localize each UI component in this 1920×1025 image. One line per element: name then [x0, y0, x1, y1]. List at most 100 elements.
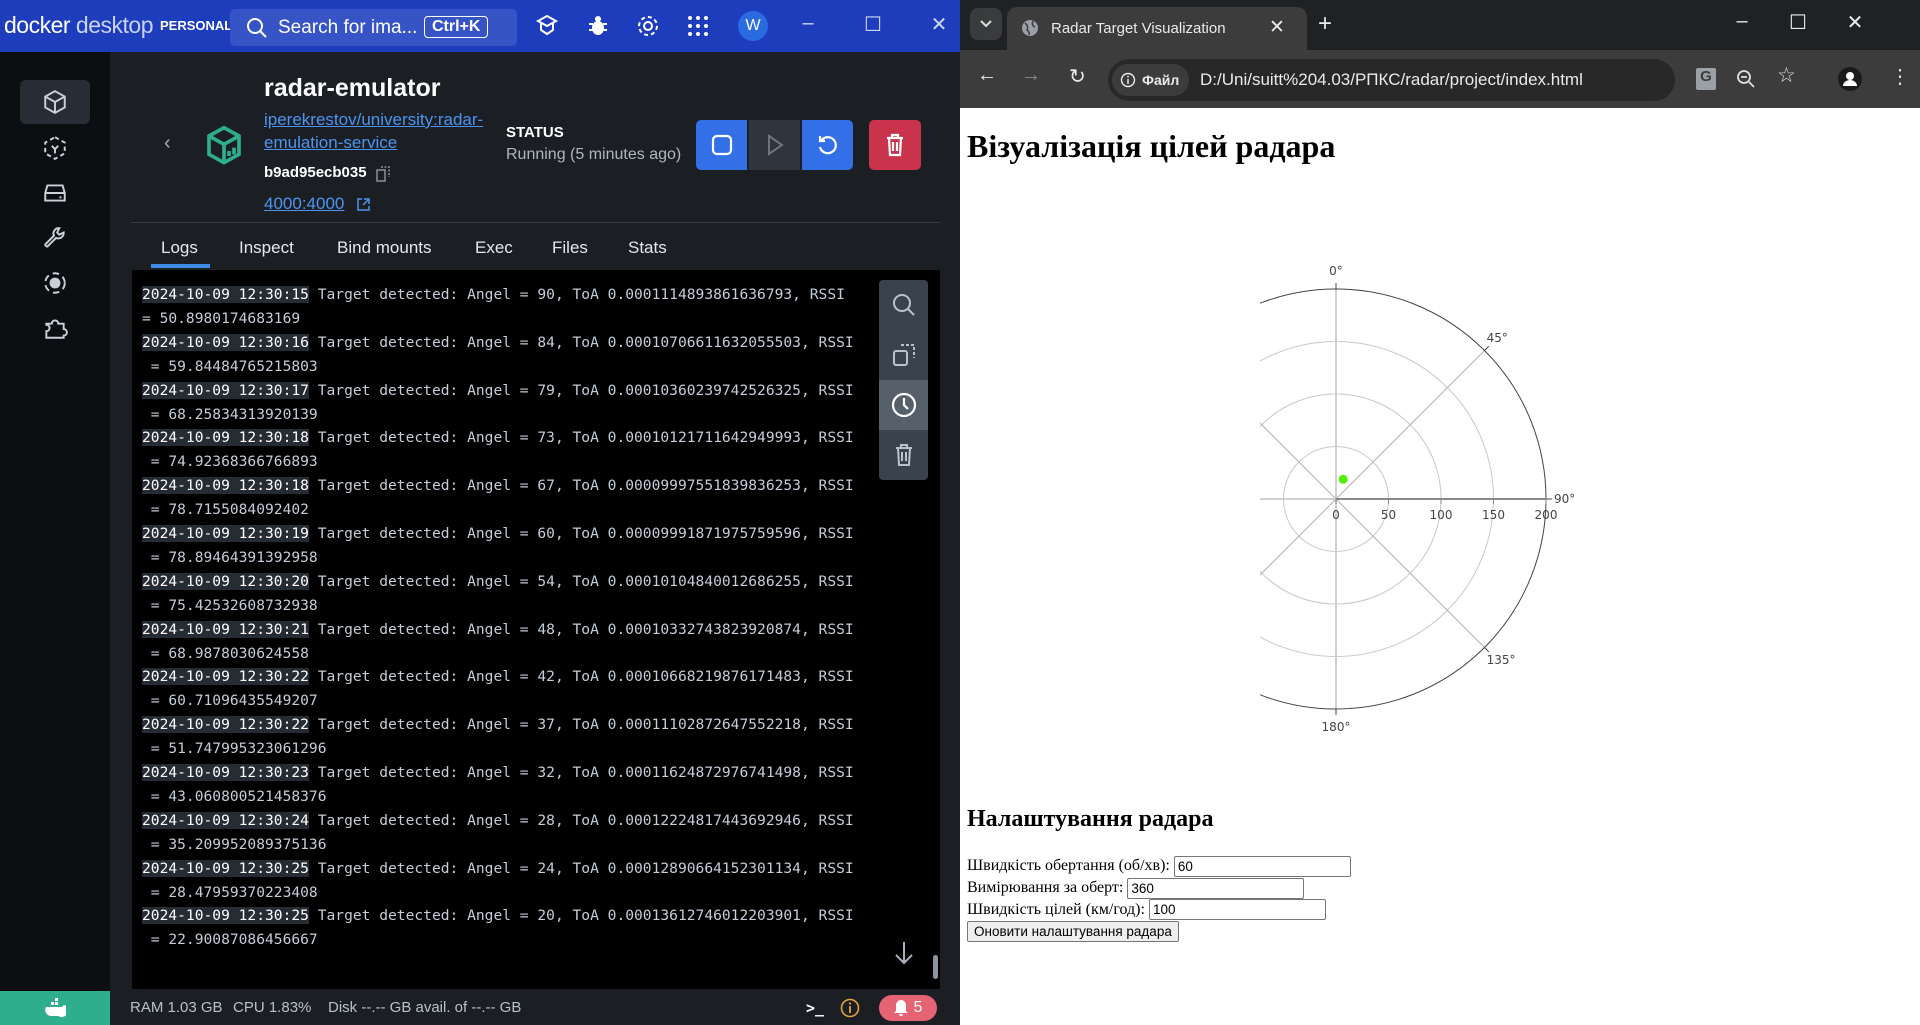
restart-button[interactable]: [802, 120, 853, 170]
log-message: Target detected: Angel = 60, ToA 0.00009…: [308, 525, 854, 542]
reload-icon[interactable]: ↻: [1069, 64, 1086, 89]
log-entry: 2024-10-09 12:30:16 Target detected: Ang…: [142, 331, 854, 379]
tab-title: Radar Target Visualization: [1051, 20, 1226, 37]
tab-files[interactable]: Files: [552, 238, 588, 258]
bug-icon[interactable]: [586, 14, 610, 38]
image-link[interactable]: iperekrestov/university:radar-: [264, 110, 483, 130]
tab-logs[interactable]: Logs: [161, 238, 198, 258]
profile-icon[interactable]: [1838, 67, 1862, 91]
log-message-cont: = 75.42532608732938: [142, 596, 318, 614]
menu-kebab-icon[interactable]: ⋮: [1890, 64, 1910, 89]
start-button[interactable]: [749, 120, 800, 170]
close-tab-icon[interactable]: ✕: [1269, 16, 1285, 39]
log-timestamp: 2024-10-09 12:30:23: [142, 764, 309, 781]
target-speed-input[interactable]: [1148, 899, 1326, 921]
search-button[interactable]: Search for ima... Ctrl+K: [230, 9, 517, 46]
search-icon: [247, 18, 267, 38]
sidebar-item-scout[interactable]: [20, 261, 90, 305]
scout-icon: [44, 272, 66, 294]
terminal-button[interactable]: >_: [806, 999, 824, 1017]
tab-stats[interactable]: Stats: [628, 238, 667, 258]
notifications-button[interactable]: 5: [879, 995, 937, 1021]
copy-icon[interactable]: [376, 166, 390, 182]
info-icon[interactable]: [840, 998, 860, 1018]
docker-whale-icon: [45, 998, 66, 1018]
log-message: Target detected: Angel = 67, ToA 0.00009…: [308, 477, 854, 495]
log-entry: 2024-10-09 12:30:21 Target detected: Ang…: [142, 618, 854, 666]
volumes-icon: [44, 184, 66, 202]
chip-label: Файл: [1142, 72, 1180, 88]
copy-logs-button[interactable]: [879, 330, 928, 380]
log-message-cont: = 78.89464391392958: [142, 549, 318, 566]
back-arrow-icon[interactable]: ←: [977, 64, 997, 87]
maximize-button[interactable]: ☐: [1783, 10, 1813, 35]
new-tab-button[interactable]: +: [1318, 10, 1332, 38]
sidebar-item-extensions[interactable]: [20, 306, 90, 350]
measurements-input[interactable]: [1127, 877, 1305, 899]
search-placeholder: Search for ima...: [278, 17, 418, 38]
log-message: Target detected: Angel = 32, ToA 0.00011…: [308, 764, 854, 781]
zoom-icon[interactable]: [1736, 69, 1756, 89]
notification-count: 5: [913, 999, 923, 1016]
sidebar-item-builds[interactable]: [20, 217, 90, 261]
status-label: STATUS: [506, 124, 564, 141]
rotation-speed-row: Швидкість обертання (об/хв):: [967, 855, 1351, 877]
close-button[interactable]: ✕: [924, 12, 954, 37]
avatar[interactable]: W: [738, 11, 768, 41]
log-message: Target detected: Angel = 24, ToA 0.00012…: [308, 859, 854, 877]
learning-center-icon[interactable]: [535, 14, 559, 38]
log-message: Target detected: Angel = 28, ToA 0.00012…: [308, 811, 854, 829]
log-viewer[interactable]: 2024-10-09 12:30:15 Target detected: Ang…: [132, 270, 940, 989]
settings-gear-icon[interactable]: [636, 14, 660, 38]
forward-arrow-icon[interactable]: →: [1021, 64, 1041, 87]
sidebar-item-containers[interactable]: [20, 80, 90, 124]
url-text[interactable]: D:/Uni/suitt%204.03/РПКС/radar/project/i…: [1200, 70, 1583, 90]
scroll-to-bottom-icon[interactable]: [893, 940, 915, 966]
rotation-speed-input[interactable]: [1173, 855, 1351, 877]
translate-icon[interactable]: G: [1696, 68, 1716, 90]
image-link-cont[interactable]: emulation-service: [264, 133, 397, 153]
external-link-icon[interactable]: [356, 197, 371, 212]
delete-button[interactable]: [869, 120, 921, 170]
tab-inspect[interactable]: Inspect: [239, 238, 294, 258]
tab-radar-visualization[interactable]: Radar Target Visualization ✕: [1007, 7, 1307, 50]
log-scrollbar[interactable]: [933, 955, 938, 979]
trash-icon: [887, 133, 903, 157]
tab-search-button[interactable]: [970, 8, 1002, 40]
maximize-button[interactable]: ☐: [858, 12, 888, 37]
container-name: radar-emulator: [264, 74, 441, 102]
close-button[interactable]: ✕: [1840, 10, 1870, 35]
angular-gridline: [1335, 350, 1485, 500]
extensions-grid-icon[interactable]: [686, 14, 710, 38]
angular-gridline: [1260, 422, 1337, 500]
stop-button[interactable]: [696, 120, 747, 170]
angular-gridline: [1260, 498, 1337, 576]
tab-exec[interactable]: Exec: [475, 238, 513, 258]
target-point: [1338, 474, 1348, 484]
tab-bind-mounts[interactable]: Bind mounts: [337, 238, 432, 258]
search-logs-button[interactable]: [879, 280, 928, 330]
log-timestamp: 2024-10-09 12:30:24: [142, 811, 309, 829]
port-link[interactable]: 4000:4000: [264, 194, 344, 214]
sidebar-item-images[interactable]: [20, 126, 90, 170]
log-timestamp: 2024-10-09 12:30:16: [142, 333, 309, 351]
tab-strip: Radar Target Visualization ✕ + – ☐ ✕: [960, 0, 1920, 50]
log-timestamp: 2024-10-09 12:30:22: [142, 716, 309, 734]
images-icon: [44, 136, 66, 160]
address-bar[interactable]: Файл D:/Uni/suitt%204.03/РПКС/radar/proj…: [1108, 59, 1675, 101]
angular-tick-label: 90°: [1554, 492, 1575, 506]
chevron-down-icon: [980, 20, 992, 28]
sidebar-item-volumes[interactable]: [20, 171, 90, 215]
minimize-button[interactable]: –: [1727, 10, 1757, 33]
engine-status[interactable]: [0, 991, 110, 1025]
bookmark-star-icon[interactable]: ☆: [1777, 63, 1796, 88]
timestamps-toggle[interactable]: [879, 380, 928, 430]
back-chevron-icon[interactable]: ‹: [164, 132, 171, 155]
container-status-icon: [207, 125, 241, 165]
settings-title: Налаштування радара: [967, 806, 1214, 832]
minimize-button[interactable]: –: [793, 12, 823, 35]
stop-icon: [711, 134, 732, 156]
site-info-chip[interactable]: Файл: [1112, 64, 1190, 96]
update-settings-button[interactable]: Оновити налаштування радара: [967, 921, 1179, 943]
clear-logs-button[interactable]: [879, 430, 928, 480]
